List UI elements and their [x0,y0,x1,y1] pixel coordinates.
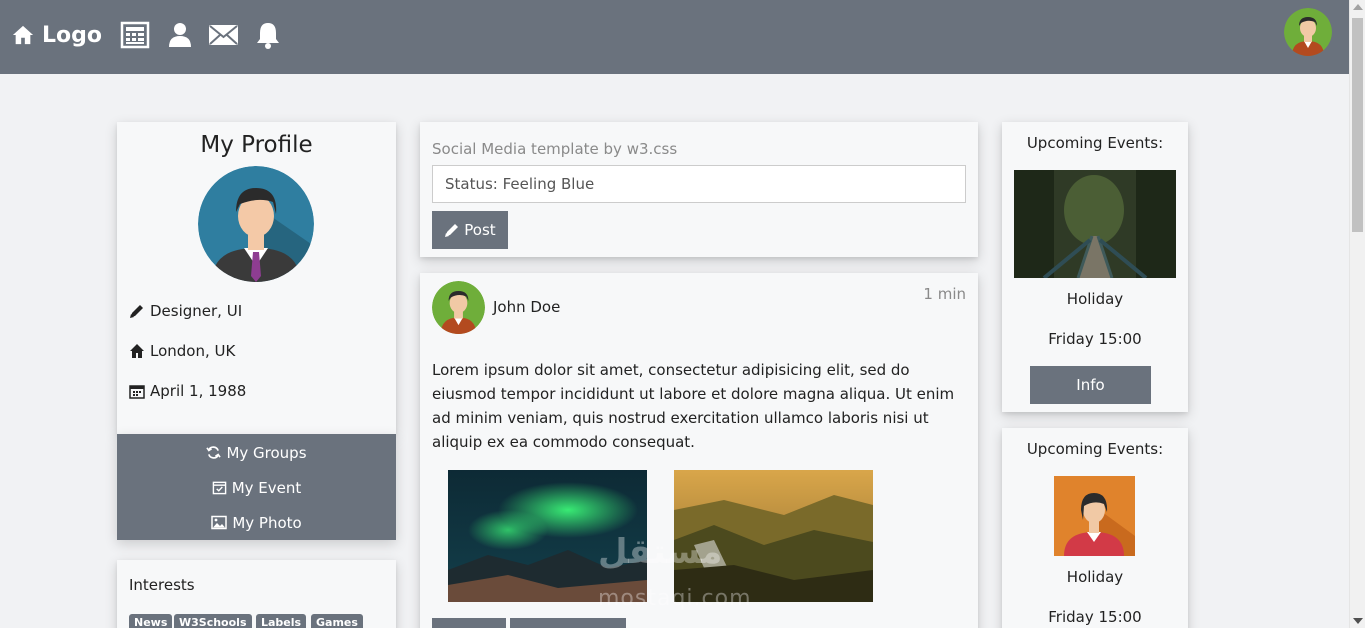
news-button[interactable] [120,17,150,53]
profile-job: Designer, UI [129,302,242,320]
post-author-avatar [432,281,485,334]
tag-news[interactable]: News [129,614,173,628]
scroll-thumb[interactable] [1352,18,1363,232]
status-card: Social Media template by w3.css Post [420,122,978,257]
my-groups-label: My Groups [226,443,307,462]
home-icon [130,344,144,358]
event-name-2: Holiday [1066,568,1124,586]
events-card-2: Upcoming Events: Holiday Friday 15:00 [1002,428,1188,628]
author-avatar-image [432,281,485,334]
post-timestamp: 1 min [923,285,966,303]
photo-icon [211,515,228,530]
tag-games[interactable]: Games [311,614,363,628]
page-scrollbar[interactable] [1349,0,1365,628]
calendar-check-icon [212,481,227,495]
notifications-button[interactable] [255,17,281,53]
profile-avatar [198,166,314,282]
pencil-icon [445,224,459,237]
profile-menu: My Groups My Event My Photo [117,434,396,540]
envelope-icon [209,25,238,45]
watermark-arabic: مستقل [598,532,723,572]
refresh-icon [206,446,222,459]
profile-location: London, UK [129,342,235,360]
my-event-label: My Event [231,478,302,497]
event-time: Friday 15:00 [1048,330,1142,348]
profile-birthday-text: April 1, 1988 [150,382,247,400]
interests-card: Interests News W3Schools Labels Games [117,560,396,628]
events-title-2: Upcoming Events: [1026,440,1164,458]
account-button[interactable] [168,17,192,53]
woman-avatar-image [1054,476,1135,556]
post-button-label: Post [464,221,496,239]
like-button[interactable] [432,618,506,628]
profile-card: My Profile Designer, UI London, UK April… [117,122,396,434]
event-image-person [1054,476,1135,556]
post-card: John Doe 1 min Lorem ipsum dolor sit ame… [420,273,978,628]
avatar-image [1284,8,1332,56]
status-heading: Social Media template by w3.css [432,140,678,158]
calendar-icon [129,385,145,399]
interests-title: Interests [129,576,195,594]
my-photo-button[interactable]: My Photo [117,505,396,540]
comment-button[interactable] [510,618,626,628]
profile-avatar-image [198,166,314,282]
profile-birthday: April 1, 1988 [129,382,246,400]
logo-link[interactable]: Logo [12,17,102,53]
profile-location-text: London, UK [150,342,236,360]
tag-labels[interactable]: Labels [256,614,307,628]
user-avatar[interactable] [1284,8,1332,56]
tag-w3schools[interactable]: W3Schools [174,614,252,628]
home-icon [12,25,34,45]
watermark-latin: mostaqi.com [598,586,752,611]
news-icon [120,21,150,49]
event-time-2: Friday 15:00 [1048,608,1142,626]
post-author-name: John Doe [493,298,561,316]
logo-label: Logo [42,22,102,48]
my-groups-button[interactable]: My Groups [117,435,396,470]
event-name: Holiday [1066,290,1124,308]
status-input[interactable] [432,165,966,203]
bell-icon [257,23,279,49]
my-event-button[interactable]: My Event [117,470,396,505]
profile-title: My Profile [200,132,313,158]
post-button[interactable]: Post [432,211,508,249]
scroll-down-arrow-icon[interactable] [1353,618,1363,624]
user-icon [169,23,191,47]
messages-button[interactable] [208,17,239,53]
event-image-bridge [1014,170,1176,278]
event-info-button[interactable]: Info [1030,366,1151,404]
top-navbar: Logo [0,0,1349,74]
bridge-image [1014,170,1176,278]
profile-job-text: Designer, UI [150,302,243,320]
pencil-icon [130,305,143,318]
my-photo-label: My Photo [232,513,302,532]
post-body: Lorem ipsum dolor sit amet, consectetur … [432,361,955,451]
events-title: Upcoming Events: [1026,134,1164,152]
scroll-up-arrow-icon[interactable] [1353,4,1363,10]
events-card: Upcoming Events: Holiday Friday 15:00 In… [1002,122,1188,412]
